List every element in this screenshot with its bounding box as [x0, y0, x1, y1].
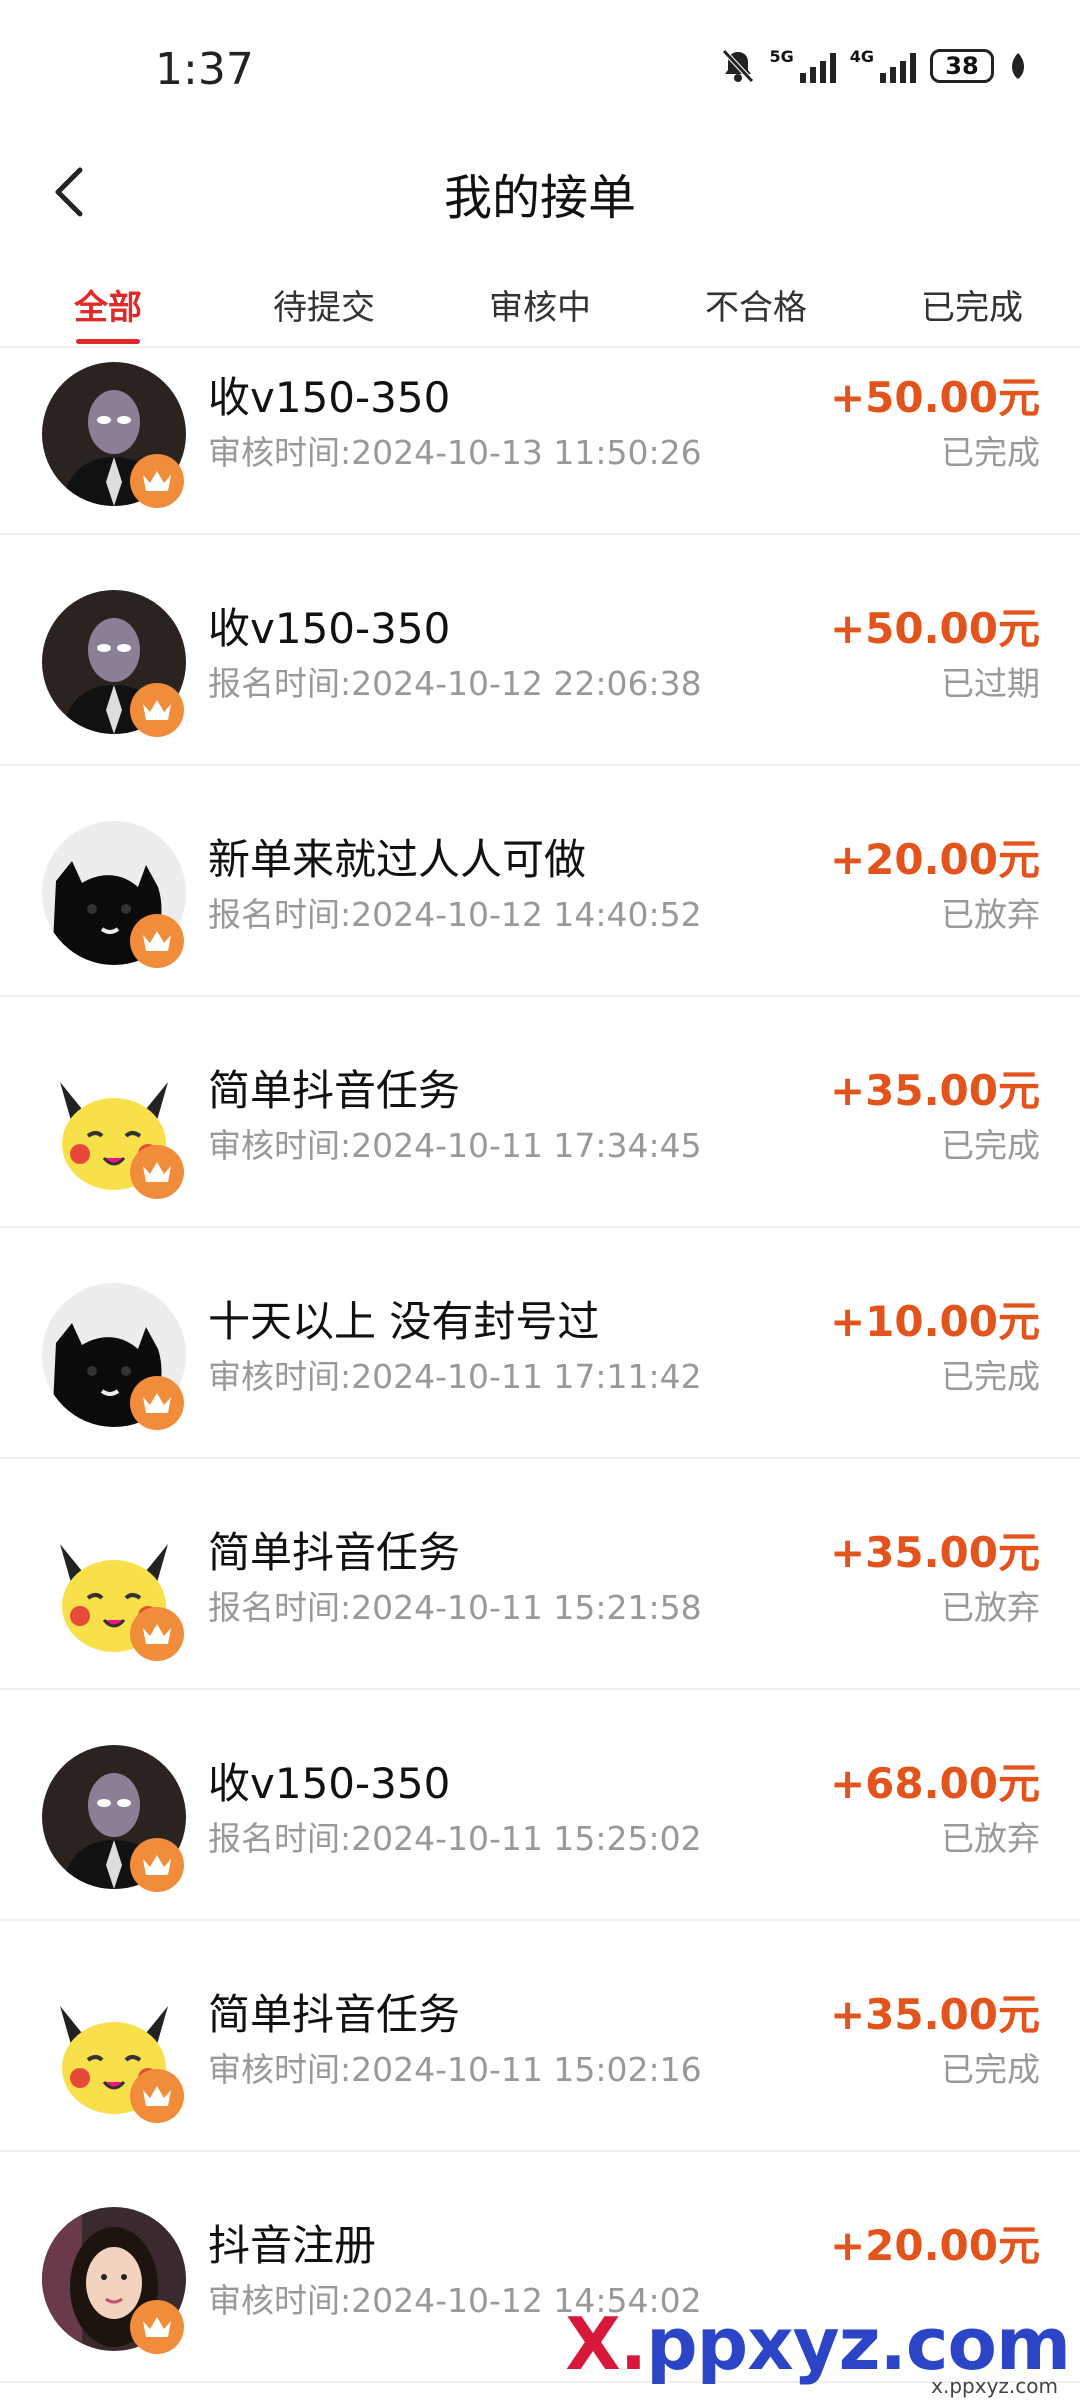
- order-title: 简单抖音任务: [208, 1528, 461, 1577]
- order-title: 新单来就过人人可做: [208, 835, 587, 884]
- crown-badge-icon: [130, 1376, 184, 1430]
- order-time: 报名时间:2024-10-12 22:06:38: [208, 664, 702, 703]
- order-time: 审核时间:2024-10-11 15:02:16: [208, 2050, 702, 2089]
- crown-badge-icon: [130, 1838, 184, 1892]
- order-status: 已完成: [941, 1357, 1040, 1396]
- order-amount: +10.00元: [829, 1297, 1040, 1346]
- mute-bell-icon: [722, 49, 755, 83]
- leaf-icon: [1012, 53, 1024, 79]
- order-amount: +50.00元: [829, 604, 1040, 653]
- order-status: 已放弃: [941, 1819, 1040, 1858]
- order-time: 审核时间:2024-10-11 17:11:42: [208, 1357, 702, 1396]
- net-label-4g: 4G: [849, 47, 874, 66]
- order-status: 已完成: [941, 433, 1040, 472]
- order-list: 收v150-350 审核时间:2024-10-13 11:50:26 +50.0…: [0, 348, 1080, 2383]
- net-label-5g: 5G: [769, 47, 794, 66]
- order-time: 报名时间:2024-10-11 15:25:02: [208, 1819, 702, 1858]
- order-time: 审核时间:2024-10-11 17:34:45: [208, 1126, 702, 1165]
- signal-4g-icon: 4G: [850, 49, 916, 83]
- order-time: 报名时间:2024-10-11 15:21:58: [208, 1588, 702, 1627]
- order-amount: +50.00元: [829, 373, 1040, 422]
- watermark-prefix: X.: [565, 2302, 647, 2386]
- order-status: 已放弃: [941, 1588, 1040, 1627]
- order-title: 收v150-350: [208, 1759, 451, 1808]
- order-title: 抖音注册: [208, 2221, 377, 2270]
- tab-all[interactable]: 全部: [0, 258, 216, 348]
- crown-badge-icon: [130, 1145, 184, 1199]
- order-item[interactable]: 简单抖音任务 审核时间:2024-10-11 17:34:45 +35.00元 …: [0, 997, 1080, 1228]
- order-amount: +35.00元: [829, 1066, 1040, 1115]
- clock: 1:37: [155, 44, 254, 95]
- order-status: 已过期: [941, 664, 1040, 703]
- crown-badge-icon: [130, 914, 184, 968]
- app-header: 我的接单: [0, 140, 1080, 244]
- crown-badge-icon: [130, 2300, 184, 2354]
- order-title: 简单抖音任务: [208, 1990, 461, 2039]
- battery-icon: 38: [930, 49, 994, 83]
- filter-tabs: 全部 待提交 审核中 不合格 已完成: [0, 258, 1080, 348]
- order-title: 简单抖音任务: [208, 1066, 461, 1115]
- tab-pending-submit[interactable]: 待提交: [216, 258, 432, 348]
- order-item[interactable]: 收v150-350 审核时间:2024-10-13 11:50:26 +50.0…: [0, 348, 1080, 535]
- order-time: 报名时间:2024-10-12 14:40:52: [208, 895, 702, 934]
- order-item[interactable]: 简单抖音任务 报名时间:2024-10-11 15:21:58 +35.00元 …: [0, 1459, 1080, 1690]
- status-bar: 1:37 5G 4G 38: [0, 0, 1080, 140]
- page-title: 我的接单: [443, 170, 636, 226]
- order-title: 收v150-350: [208, 373, 451, 422]
- tab-reviewing[interactable]: 审核中: [432, 258, 648, 348]
- signal-5g-icon: 5G: [769, 47, 836, 83]
- order-title: 十天以上 没有封号过: [208, 1297, 600, 1346]
- tab-completed[interactable]: 已完成: [864, 258, 1080, 348]
- order-status: 已放弃: [941, 895, 1040, 934]
- crown-badge-icon: [130, 2069, 184, 2123]
- order-amount: +68.00元: [829, 1759, 1040, 1808]
- order-amount: +35.00元: [829, 1990, 1040, 2039]
- tab-rejected[interactable]: 不合格: [648, 258, 864, 348]
- order-amount: +20.00元: [829, 835, 1040, 884]
- order-status: 已完成: [941, 1126, 1040, 1165]
- order-item[interactable]: 收v150-350 报名时间:2024-10-11 15:25:02 +68.0…: [0, 1690, 1080, 1921]
- order-item[interactable]: 新单来就过人人可做 报名时间:2024-10-12 14:40:52 +20.0…: [0, 766, 1080, 997]
- crown-badge-icon: [130, 454, 184, 508]
- order-item[interactable]: 简单抖音任务 审核时间:2024-10-11 15:02:16 +35.00元 …: [0, 1921, 1080, 2152]
- crown-badge-icon: [130, 683, 184, 737]
- order-item[interactable]: 十天以上 没有封号过 审核时间:2024-10-11 17:11:42 +10.…: [0, 1228, 1080, 1459]
- watermark-url: x.ppxyz.com: [931, 2374, 1058, 2398]
- order-item[interactable]: 收v150-350 报名时间:2024-10-12 22:06:38 +50.0…: [0, 535, 1080, 766]
- order-status: 已完成: [941, 2050, 1040, 2089]
- order-amount: +35.00元: [829, 1528, 1040, 1577]
- system-icons: 5G 4G 38: [721, 48, 1028, 84]
- crown-badge-icon: [130, 1607, 184, 1661]
- order-time: 审核时间:2024-10-13 11:50:26: [208, 433, 702, 472]
- order-amount: +20.00元: [829, 2221, 1040, 2270]
- order-title: 收v150-350: [208, 604, 451, 653]
